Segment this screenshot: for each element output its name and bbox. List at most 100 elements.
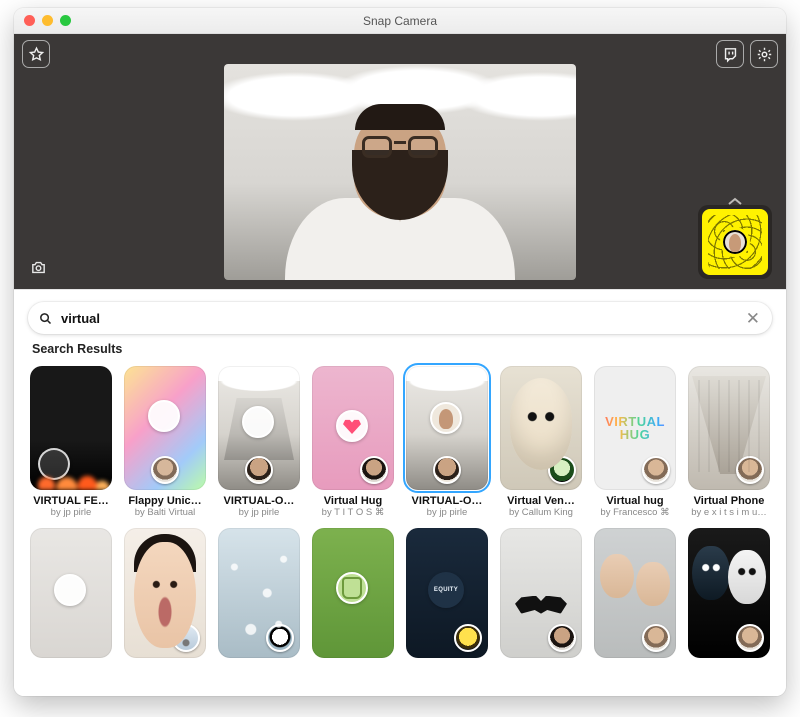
lens-card[interactable]: VIRTUAL FE…by jp pirle: [28, 366, 114, 518]
lens-author: by Callum King: [499, 507, 583, 518]
window-title: Snap Camera: [14, 14, 786, 28]
lens-author: by jp pirle: [217, 507, 301, 518]
lens-glyph: [430, 402, 462, 434]
lens-name: VIRTUAL FE…: [29, 495, 113, 507]
creator-avatar: [266, 624, 294, 652]
lens-author: by jp pirle: [405, 507, 489, 518]
lens-card[interactable]: [498, 528, 584, 658]
snapcode[interactable]: [698, 205, 772, 279]
lens-label: Virtual Hugby T I T O S ⌘: [311, 495, 395, 518]
lens-label: VIRTUAL FE…by jp pirle: [29, 495, 113, 518]
zoom-window-button[interactable]: [60, 15, 71, 26]
lens-card[interactable]: Virtual hugby Francesco ⌘: [592, 366, 678, 518]
preview-person: [280, 110, 520, 280]
lens-thumbnail: [594, 528, 676, 658]
lens-author: by jp pirle: [29, 507, 113, 518]
lens-card[interactable]: Flappy Unic…by Balti Virtual: [122, 366, 208, 518]
lens-thumbnail: [500, 528, 582, 658]
lens-label: Virtual Ven…by Callum King: [499, 495, 583, 518]
camera-area: [14, 34, 786, 289]
creator-avatar: [736, 456, 764, 484]
creator-avatar: [172, 624, 200, 652]
camera-icon: [30, 259, 47, 276]
creator-avatar: [548, 456, 576, 484]
lens-grid: VIRTUAL FE…by jp pirleFlappy Unic…by Bal…: [14, 362, 786, 670]
lens-glyph: [242, 406, 274, 438]
lens-card[interactable]: [122, 528, 208, 658]
lens-author: by Francesco ⌘: [593, 507, 677, 518]
lens-name: VIRTUAL-O…: [217, 495, 301, 507]
lens-card[interactable]: Virtual Ven…by Callum King: [498, 366, 584, 518]
lens-author: by e x i t s i m u…: [687, 507, 771, 518]
lens-name: Flappy Unic…: [123, 495, 207, 507]
lens-glyph: [38, 448, 70, 480]
lens-card[interactable]: [686, 528, 772, 658]
lens-name: Virtual hug: [593, 495, 677, 507]
lens-glyph: [54, 574, 86, 606]
lens-label: VIRTUAL-O…by jp pirle: [217, 495, 301, 518]
lens-thumbnail: [30, 528, 112, 658]
lens-card[interactable]: Virtual Hugby T I T O S ⌘: [310, 366, 396, 518]
lens-name: Virtual Ven…: [499, 495, 583, 507]
creator-avatar: [642, 624, 670, 652]
lens-card[interactable]: VIRTUAL-O…by jp pirle: [404, 366, 490, 518]
snapshot-button[interactable]: [24, 253, 52, 281]
lens-thumbnail: [406, 528, 488, 658]
minimize-window-button[interactable]: [42, 15, 53, 26]
lens-card[interactable]: [592, 528, 678, 658]
clear-search-button[interactable]: ✕: [744, 310, 762, 327]
lens-thumbnail: [30, 366, 112, 490]
creator-avatar: [454, 624, 482, 652]
lens-thumbnail: [312, 528, 394, 658]
lens-card[interactable]: Virtual Phoneby e x i t s i m u…: [686, 366, 772, 518]
lens-label: Virtual hugby Francesco ⌘: [593, 495, 677, 518]
favorite-button[interactable]: [22, 40, 50, 68]
creator-avatar: [642, 456, 670, 484]
lens-glyph: [148, 400, 180, 432]
creator-avatar: [151, 456, 179, 484]
lens-card[interactable]: [28, 528, 114, 658]
lens-author: by T I T O S ⌘: [311, 507, 395, 518]
camera-preview: [224, 64, 576, 280]
creator-avatar: [736, 624, 764, 652]
lens-thumbnail: [688, 366, 770, 490]
lens-thumbnail: [406, 366, 488, 490]
lens-author: by Balti Virtual: [123, 507, 207, 518]
lens-card[interactable]: [216, 528, 302, 658]
titlebar: Snap Camera: [14, 8, 786, 34]
lens-label: Virtual Phoneby e x i t s i m u…: [687, 495, 771, 518]
lens-card[interactable]: VIRTUAL-O…by jp pirle: [216, 366, 302, 518]
lens-glyph: [428, 572, 464, 608]
search-bar[interactable]: ✕: [28, 302, 772, 334]
lens-card[interactable]: [404, 528, 490, 658]
app-window: Snap Camera: [14, 8, 786, 696]
lens-thumbnail: [218, 366, 300, 490]
search-icon: [38, 311, 53, 326]
lens-label: VIRTUAL-O…by jp pirle: [405, 495, 489, 518]
settings-button[interactable]: [750, 40, 778, 68]
lens-name: Virtual Hug: [311, 495, 395, 507]
stream-button[interactable]: [716, 40, 744, 68]
gear-icon: [756, 46, 773, 63]
close-window-button[interactable]: [24, 15, 35, 26]
lens-name: VIRTUAL-O…: [405, 495, 489, 507]
lens-thumbnail: [124, 528, 206, 658]
lens-card[interactable]: [310, 528, 396, 658]
twitch-icon: [722, 46, 739, 63]
creator-avatar: [433, 456, 461, 484]
lens-thumbnail: [688, 528, 770, 658]
lens-thumbnail: [594, 366, 676, 490]
lens-thumbnail: [312, 366, 394, 490]
star-icon: [28, 46, 45, 63]
chevron-up-icon: [727, 196, 743, 206]
lens-glyph: [336, 410, 368, 442]
lens-label: Flappy Unic…by Balti Virtual: [123, 495, 207, 518]
lens-glyph: [336, 572, 368, 604]
creator-avatar: [245, 456, 273, 484]
lens-thumbnail: [218, 528, 300, 658]
creator-avatar: [548, 624, 576, 652]
lens-panel: ✕ Search Results VIRTUAL FE…by jp pirleF…: [14, 289, 786, 696]
search-input[interactable]: [53, 311, 744, 326]
section-title: Search Results: [14, 342, 786, 362]
snapcode-image: [702, 209, 768, 275]
